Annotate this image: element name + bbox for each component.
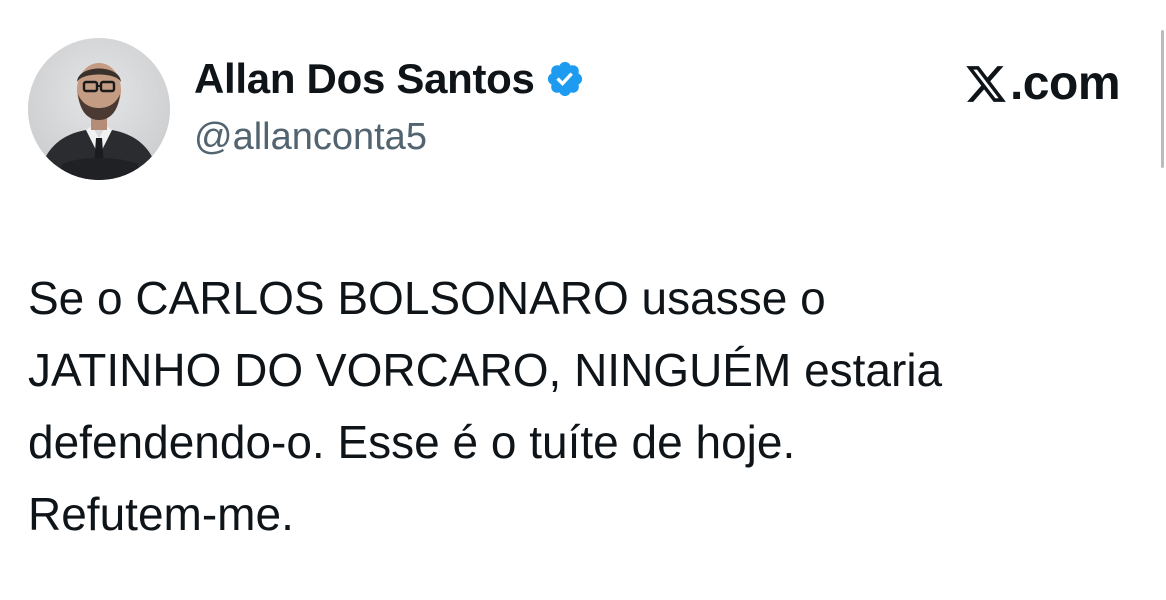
author-handle[interactable]: @allanconta5 [194, 114, 585, 160]
tweet-text-line: Refutem-me. [28, 488, 294, 540]
author-display-name[interactable]: Allan Dos Santos [194, 52, 535, 106]
verified-badge-icon[interactable] [545, 59, 585, 99]
tweet-header: Allan Dos Santos @allanconta5 [194, 52, 585, 160]
tweet-card: Allan Dos Santos @allanconta5 .com Se o … [0, 0, 1166, 600]
tweet-text-line: JATINHO DO VORCARO, NINGUÉM estaria [28, 344, 943, 396]
tweet-text: Se o CARLOS BOLSONARO usasse o JATINHO D… [28, 262, 1138, 550]
tweet-text-line: defendendo-o. Esse é o tuíte de hoje. [28, 416, 796, 468]
name-row: Allan Dos Santos [194, 52, 585, 106]
avatar-photo-icon [28, 38, 170, 180]
author-avatar[interactable] [28, 38, 170, 180]
brand-watermark: .com [964, 56, 1121, 112]
x-logo-icon [964, 62, 1008, 106]
tweet-text-line: Se o CARLOS BOLSONARO usasse o [28, 272, 826, 324]
scrollbar[interactable] [1161, 30, 1164, 168]
brand-suffix: .com [1009, 57, 1121, 110]
